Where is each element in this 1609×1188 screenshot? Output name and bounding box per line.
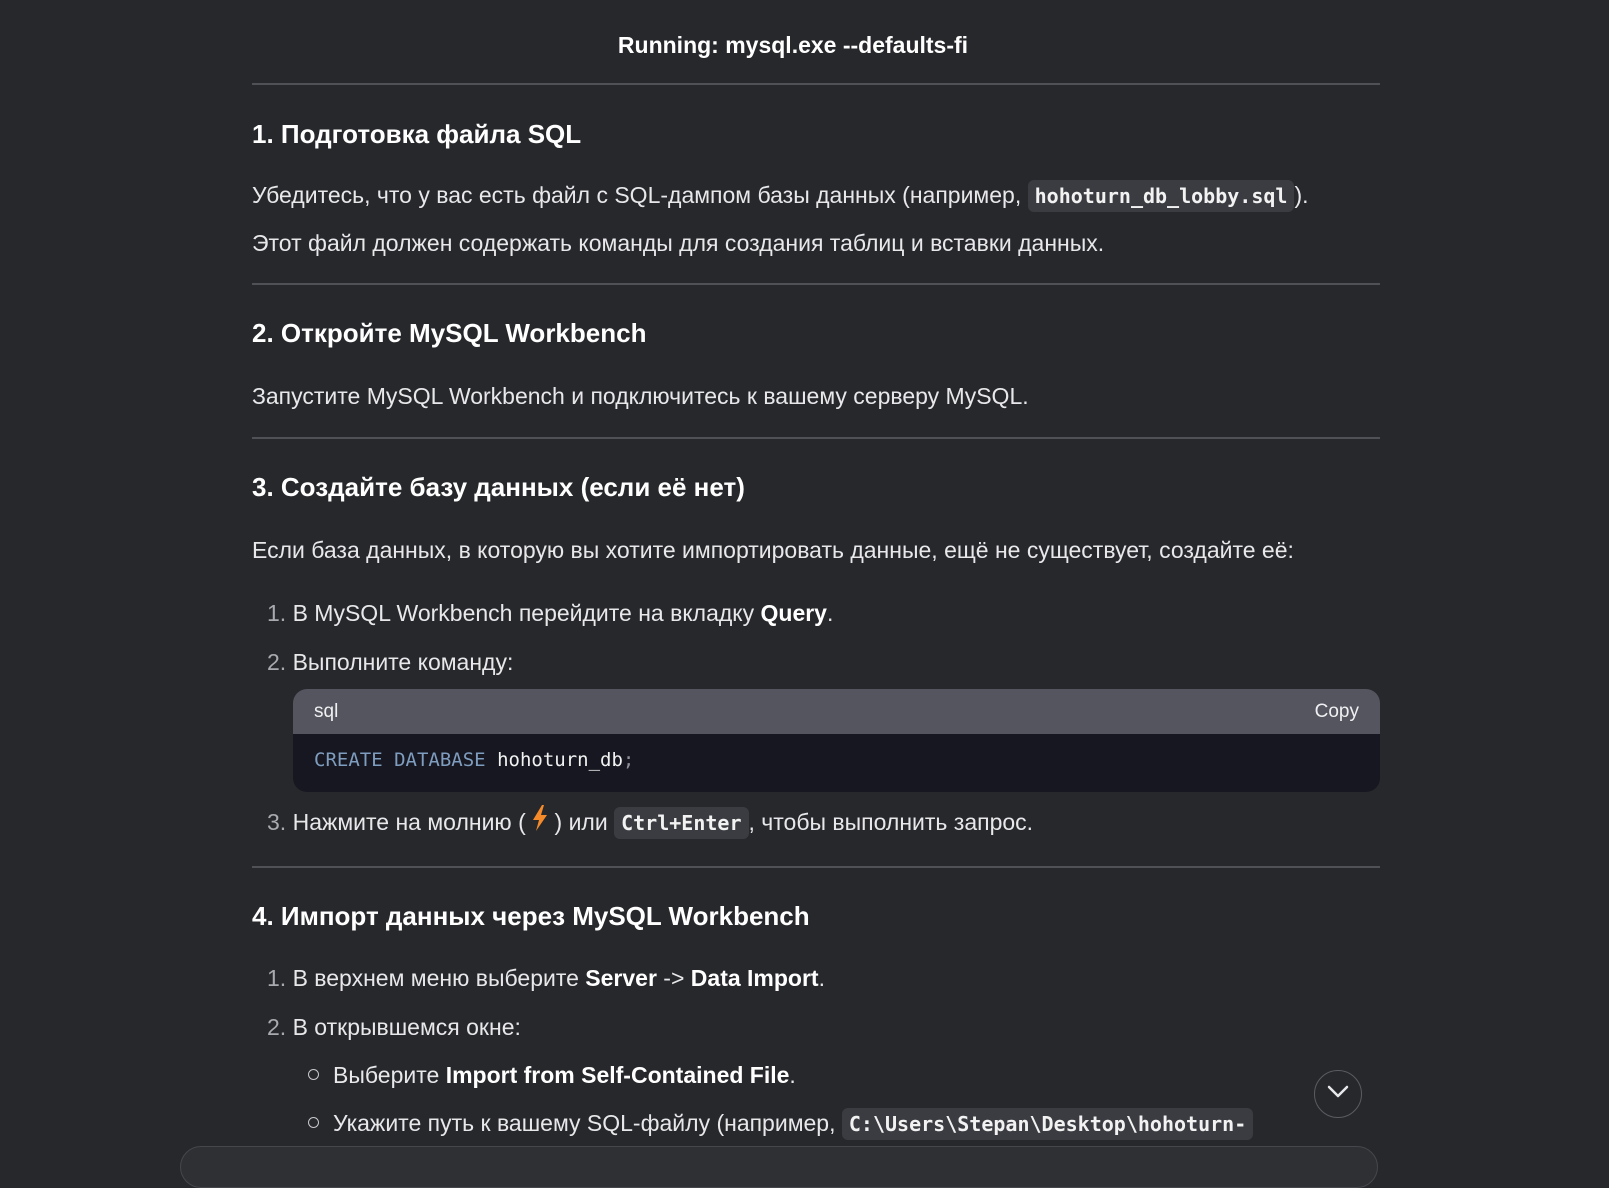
section-1-paragraph-line2: Этот файл должен содержать команды для с… (252, 230, 1105, 256)
list-item: 1. В верхнем меню выберите Server -> Dat… (267, 965, 825, 992)
text: . (818, 965, 825, 991)
section-1-paragraph-line1: Убедитесь, что у вас есть файл с SQL-дам… (252, 180, 1309, 212)
copy-button[interactable]: Copy (1315, 701, 1359, 723)
sub-list-item: Выберите Import from Self-Contained File… (308, 1062, 796, 1089)
text: В MySQL Workbench перейдите на вкладку (292, 600, 761, 626)
bold-text: Data Import (690, 965, 819, 991)
text: В верхнем меню выберите (292, 965, 586, 991)
sub-list-item: Укажите путь к вашему SQL-файлу (наприме… (308, 1108, 1254, 1140)
section-2-heading: 2. Откройте MySQL Workbench (252, 318, 647, 348)
inline-code-shortcut: Ctrl+Enter (614, 807, 749, 840)
chevron-down-icon (1327, 1085, 1349, 1104)
divider (252, 83, 1380, 85)
inline-code-filename: hohoturn_db_lobby.sql (1027, 180, 1295, 212)
text: -> (656, 965, 691, 991)
text: . (826, 600, 834, 626)
list-item: 3. Нажмите на молнию ( ) или Ctrl+Enter,… (267, 805, 1034, 840)
section-2-paragraph: Запустите MySQL Workbench и подключитесь… (252, 383, 1029, 409)
lightning-bolt-icon (532, 805, 548, 837)
section-3-heading: 3. Создайте базу данных (если её нет) (252, 472, 745, 502)
list-number: 2. (267, 649, 287, 675)
code-block: sql Copy CREATE DATABASE hohoturn_db; (293, 689, 1380, 792)
section-3-paragraph: Если база данных, в которую вы хотите им… (252, 537, 1294, 563)
bold-text: Import from Self-Contained File (445, 1062, 790, 1088)
text: В открывшемся окне: (292, 1014, 521, 1040)
bold-text: Query (760, 600, 827, 626)
sql-punctuation: ; (622, 749, 635, 771)
list-item: 2. Выполните команду: (267, 649, 513, 676)
scroll-to-bottom-button[interactable] (1314, 1070, 1362, 1118)
text: ). (1294, 182, 1309, 208)
inline-code-path: C:\Users\Stepan\Desktop\hohoturn- (841, 1108, 1254, 1140)
bold-text: Server (585, 965, 657, 991)
divider (252, 437, 1380, 439)
text: Укажите путь к вашему SQL-файлу (наприме… (333, 1110, 842, 1136)
message-composer[interactable] (180, 1146, 1378, 1188)
bullet-icon (308, 1117, 319, 1129)
divider (252, 283, 1380, 285)
text: Выполните команду: (292, 649, 514, 675)
bullet-icon (308, 1069, 319, 1081)
list-item: 1. В MySQL Workbench перейдите на вкладк… (267, 600, 833, 627)
page-title: Running: mysql.exe --defaults-fi (617, 32, 969, 58)
section-1-heading: 1. Подготовка файла SQL (252, 119, 582, 149)
text: Выберите (333, 1062, 446, 1088)
text: , чтобы выполнить запрос. (748, 809, 1034, 836)
section-4-heading: 4. Импорт данных через MySQL Workbench (252, 901, 810, 931)
code-block-body: CREATE DATABASE hohoturn_db; (293, 734, 1380, 786)
list-number: 1. (267, 965, 287, 991)
text: ) или (554, 809, 615, 836)
text: . (789, 1062, 796, 1088)
code-language-label: sql (314, 700, 339, 722)
divider (252, 866, 1380, 868)
text: Убедитесь, что у вас есть файл с SQL-дам… (252, 182, 1028, 208)
code-block-header: sql Copy (293, 689, 1380, 734)
list-item: 2. В открывшемся окне: (267, 1014, 521, 1041)
sql-keyword: DATABASE (394, 749, 486, 771)
sql-identifier: hohoturn_db (497, 749, 623, 771)
sql-keyword: CREATE (314, 749, 383, 771)
list-number: 1. (267, 600, 287, 626)
text: Нажмите на молнию ( (292, 809, 526, 836)
list-number: 3. (267, 809, 287, 836)
list-number: 2. (267, 1014, 287, 1040)
